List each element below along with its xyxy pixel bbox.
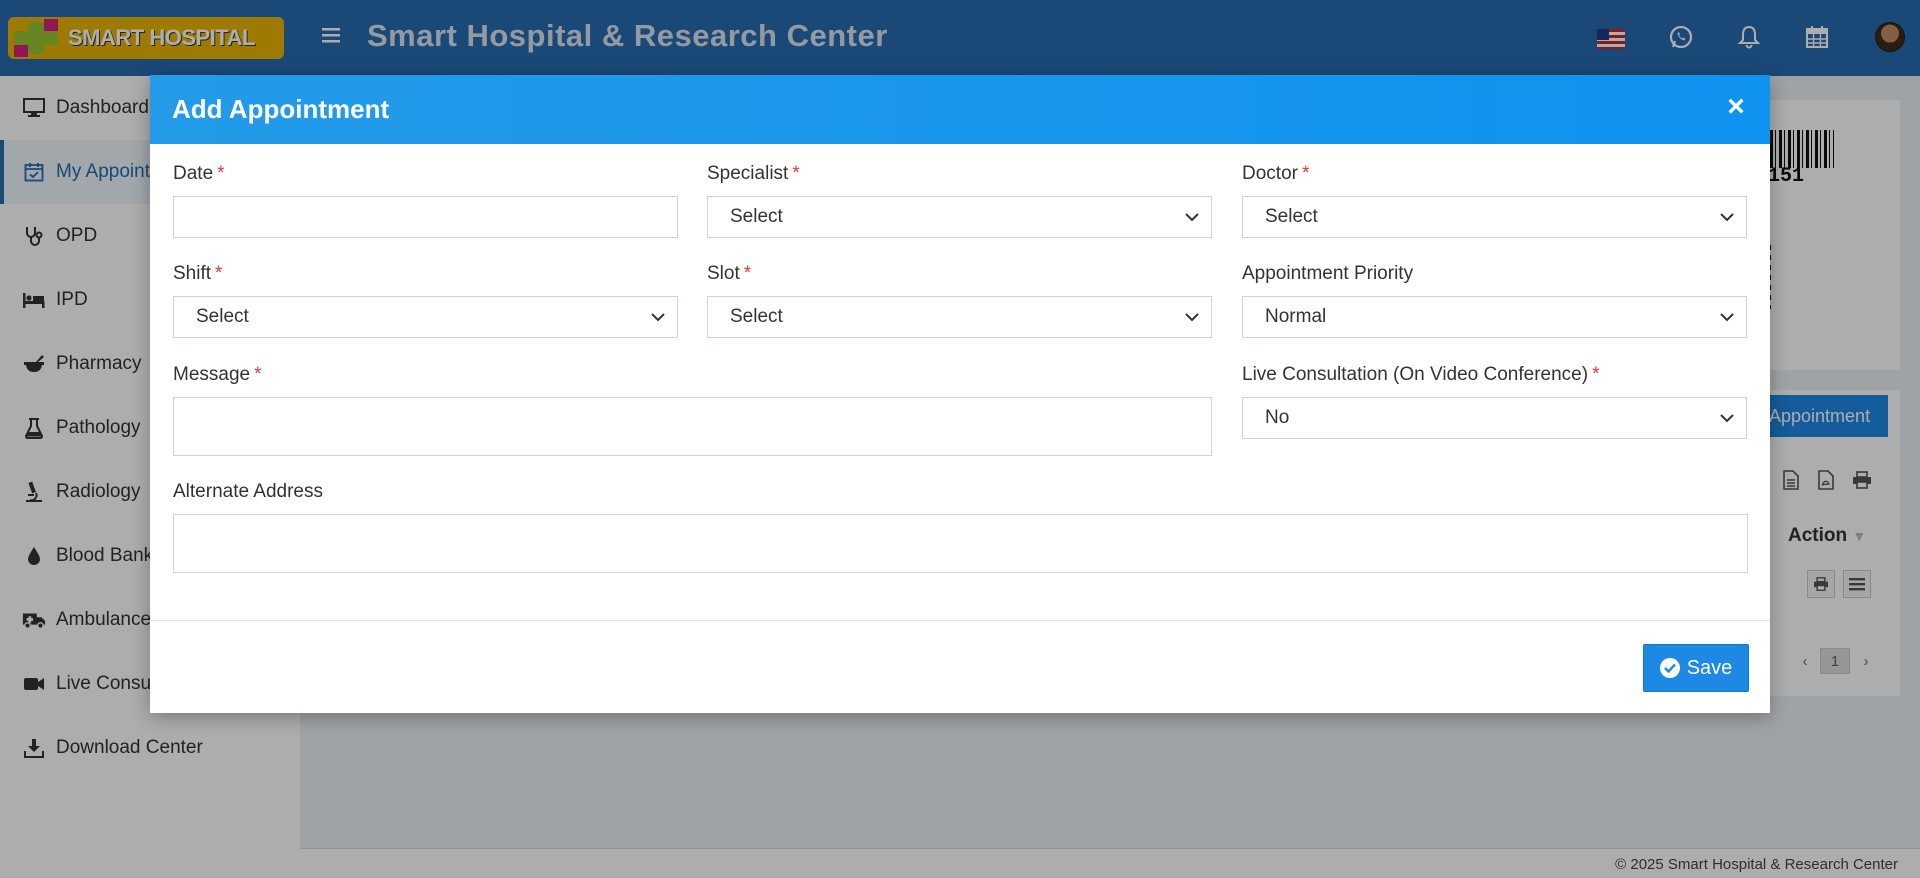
chevron-down-icon xyxy=(1183,208,1201,226)
modal-footer-divider xyxy=(150,620,1770,621)
live-consultation-select-value: No xyxy=(1265,407,1290,428)
priority-select-value: Normal xyxy=(1265,306,1327,327)
required-mark: * xyxy=(792,163,800,184)
specialist-label-text: Specialist xyxy=(707,163,789,184)
message-label-text: Message xyxy=(173,364,251,385)
slot-select[interactable]: Select xyxy=(707,296,1212,338)
chevron-down-icon xyxy=(1718,409,1736,427)
alternate-address-textarea[interactable] xyxy=(173,514,1748,573)
doctor-label: Doctor * xyxy=(1242,163,1309,185)
chevron-down-icon xyxy=(1718,308,1736,326)
chevron-down-icon xyxy=(649,308,667,326)
appointment-priority-select[interactable]: Normal xyxy=(1242,296,1747,338)
slot-label: Slot * xyxy=(707,263,751,285)
chevron-down-icon xyxy=(1718,208,1736,226)
date-label: Date * xyxy=(173,163,225,185)
live-consultation-label: Live Consultation (On Video Conference) * xyxy=(1242,364,1599,386)
live-consultation-label-text: Live Consultation (On Video Conference) xyxy=(1242,364,1589,385)
required-mark: * xyxy=(1301,163,1310,184)
required-mark: * xyxy=(1592,364,1600,385)
date-input[interactable] xyxy=(173,196,678,238)
doctor-select[interactable]: Select xyxy=(1242,196,1747,238)
doctor-select-value: Select xyxy=(1265,206,1318,227)
specialist-label: Specialist * xyxy=(707,163,800,185)
chevron-down-icon xyxy=(1183,308,1201,326)
required-mark: * xyxy=(743,263,752,284)
save-button[interactable]: Save xyxy=(1643,644,1749,692)
appointment-priority-label: Appointment Priority xyxy=(1242,263,1414,284)
shift-select-value: Select xyxy=(196,306,249,327)
alternate-address-label: Alternate Address xyxy=(173,481,323,502)
save-button-label: Save xyxy=(1686,656,1733,679)
slot-select-value: Select xyxy=(730,306,783,327)
add-appointment-modal: Add Appointment × Date * Specialist * Sele… xyxy=(150,75,1770,713)
required-mark: * xyxy=(254,364,262,385)
specialist-select-value: Select xyxy=(730,206,783,227)
message-textarea[interactable] xyxy=(173,397,1212,456)
required-mark: * xyxy=(215,263,223,284)
check-circle-icon xyxy=(1659,658,1680,678)
shift-select[interactable]: Select xyxy=(173,296,678,338)
doctor-label-text: Doctor xyxy=(1242,163,1298,184)
shift-label: Shift * xyxy=(173,263,222,285)
specialist-select[interactable]: Select xyxy=(707,196,1212,238)
modal-title: Add Appointment xyxy=(172,94,390,124)
slot-label-text: Slot xyxy=(707,263,740,284)
message-label: Message * xyxy=(173,364,262,386)
date-label-text: Date xyxy=(173,163,214,184)
shift-label-text: Shift xyxy=(173,263,212,284)
close-icon[interactable]: × xyxy=(1720,89,1752,125)
modal-header: Add Appointment × xyxy=(150,75,1770,144)
live-consultation-select[interactable]: No xyxy=(1242,397,1747,439)
required-mark: * xyxy=(217,163,225,184)
